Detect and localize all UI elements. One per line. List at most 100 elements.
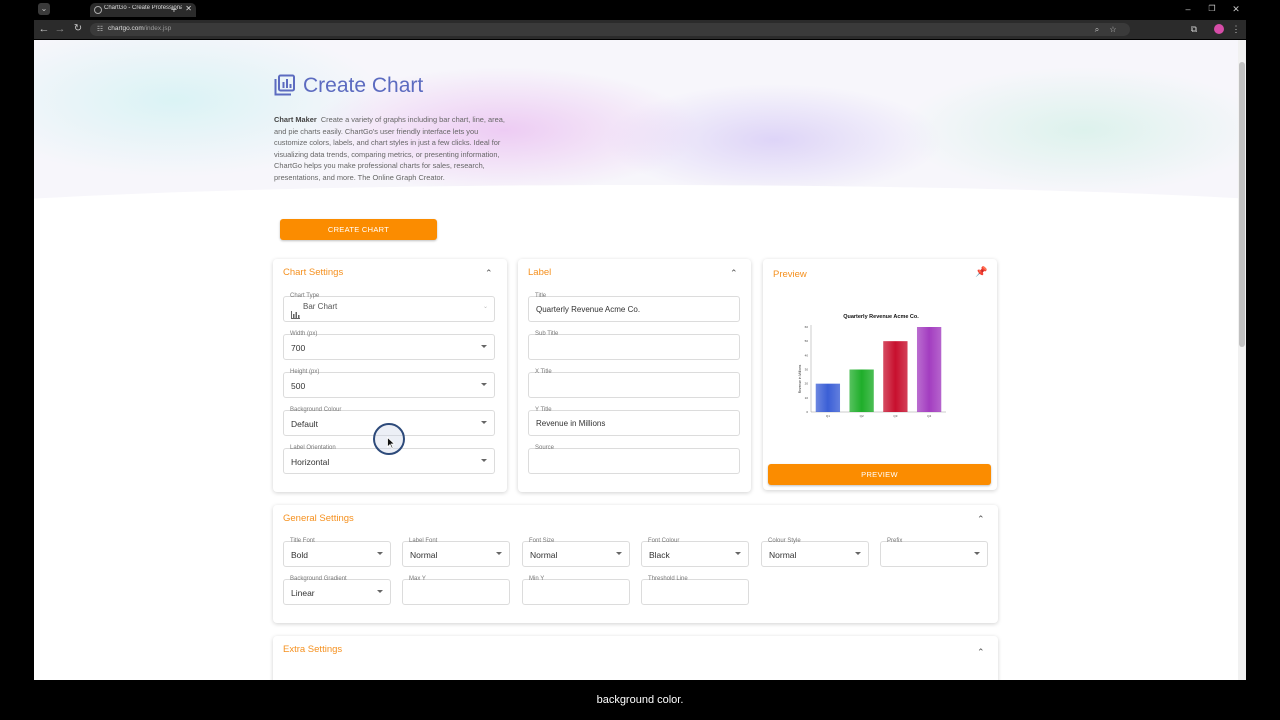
label-orientation-value: Horizontal xyxy=(291,457,330,467)
chevron-up-icon[interactable]: ⌃ xyxy=(730,268,738,279)
extra-settings-card: Extra Settings ⌃ xyxy=(273,636,998,680)
back-icon[interactable]: ← xyxy=(38,22,50,36)
x-tick-label: Q2 xyxy=(860,414,864,418)
close-window-icon[interactable]: ✕ xyxy=(1230,2,1242,16)
y-tick-label: 50 xyxy=(805,339,809,343)
max-y-label: Max Y xyxy=(409,576,426,582)
scrollbar-thumb[interactable] xyxy=(1239,62,1245,347)
new-tab-icon[interactable]: + xyxy=(168,3,180,17)
preview-button[interactable]: PREVIEW xyxy=(768,464,991,485)
source-input-label: Source xyxy=(535,445,555,451)
y-tick-label: 40 xyxy=(805,353,809,357)
extensions-icon[interactable]: ⧉ xyxy=(1188,22,1200,36)
tab-search-icon[interactable]: ⌄ xyxy=(38,3,50,15)
url-host: chartgo.com xyxy=(108,25,144,32)
min-y-label: Min Y xyxy=(529,576,545,582)
close-tab-icon[interactable]: ✕ xyxy=(185,4,192,13)
colour-style-label: Colour Style xyxy=(768,538,801,544)
browser-tab[interactable]: ChartGo - Create Professional C ✕ xyxy=(90,3,196,17)
max-y-input[interactable]: Max Y xyxy=(402,576,510,605)
colour-style-value: Normal xyxy=(769,550,797,560)
height-value: 500 xyxy=(291,381,306,391)
subtitle-input-label: Sub Title xyxy=(535,331,559,337)
site-info-icon[interactable]: ☷ xyxy=(95,23,105,37)
label-font-value: Normal xyxy=(410,550,438,560)
prefix-select[interactable]: Prefix xyxy=(880,538,988,567)
font-colour-value: Black xyxy=(649,550,670,560)
preview-card: Preview 📌 Quarterly Revenue Acme Co. Rev… xyxy=(763,259,997,490)
font-colour-select[interactable]: Font Colour Black xyxy=(641,538,749,567)
threshold-line-label: Threshold Line xyxy=(648,576,688,582)
x-title-input[interactable]: X Title xyxy=(528,369,740,398)
y-title-input[interactable]: Y Title Revenue in Millions xyxy=(528,407,740,436)
chart-type-value: Bar Chart xyxy=(303,302,338,311)
background-gradient-value: Linear xyxy=(291,588,315,598)
background-gradient-label: Background Gradient xyxy=(290,576,347,582)
browser-menu-icon[interactable]: ⋮ xyxy=(1230,22,1242,36)
general-settings-title: General Settings xyxy=(283,513,354,524)
intro-paragraph: Chart Maker Create a variety of graphs i… xyxy=(274,114,506,183)
subtitle-input[interactable]: Sub Title xyxy=(528,331,740,360)
x-tick-label: Q1 xyxy=(826,414,830,418)
dropdown-arrow-icon xyxy=(481,459,487,462)
reload-icon[interactable]: ↻ xyxy=(72,22,84,36)
font-colour-label: Font Colour xyxy=(648,538,680,544)
page-viewport: Create Chart Chart Maker Create a variet… xyxy=(34,40,1246,680)
pin-icon[interactable]: 📌 xyxy=(975,267,987,278)
mouse-pointer-icon xyxy=(387,437,395,449)
min-y-input[interactable]: Min Y xyxy=(522,576,630,605)
video-caption: background color. xyxy=(596,694,684,706)
height-select[interactable]: Height (px) 500 xyxy=(283,369,495,398)
threshold-line-input[interactable]: Threshold Line xyxy=(641,576,749,605)
background-colour-label: Background Colour xyxy=(290,407,342,413)
bar-q4 xyxy=(916,327,942,412)
chevron-up-icon[interactable]: ⌃ xyxy=(977,514,985,525)
x-tick-label: Q3 xyxy=(893,414,897,418)
dropdown-arrow-icon xyxy=(481,345,487,348)
page-title: Create Chart xyxy=(303,74,424,97)
restore-icon[interactable]: ❐ xyxy=(1206,2,1218,16)
extra-settings-title: Extra Settings xyxy=(283,644,343,655)
title-input-label: Title xyxy=(535,293,547,299)
y-tick-label: 30 xyxy=(805,368,809,372)
x-title-input-label: X Title xyxy=(535,369,552,375)
chevron-up-icon[interactable]: ⌃ xyxy=(977,647,985,658)
chart-ylabel: Revenue in Millions xyxy=(798,364,802,393)
label-orientation-label: Label Orientation xyxy=(290,445,336,451)
width-value: 700 xyxy=(291,343,306,353)
font-size-select[interactable]: Font Size Normal xyxy=(522,538,630,567)
title-font-value: Bold xyxy=(291,550,309,560)
bookmark-star-icon[interactable]: ☆ xyxy=(1108,23,1118,37)
browser-tab-bar: ⌄ ChartGo - Create Professional C ✕ + – … xyxy=(34,0,1246,20)
y-tick-label: 60 xyxy=(805,325,809,329)
chart-type-select[interactable]: Chart Type Bar Chart ⌄ xyxy=(283,293,495,322)
minimize-icon[interactable]: – xyxy=(1182,2,1194,16)
width-select[interactable]: Width (px) 700 xyxy=(283,331,495,360)
page-scrollbar[interactable] xyxy=(1238,40,1246,680)
title-input[interactable]: Title Quarterly Revenue Acme Co. xyxy=(528,293,740,322)
dropdown-arrow-icon xyxy=(616,552,622,555)
bar-chart-icon xyxy=(291,306,300,319)
background-gradient-select[interactable]: Background Gradient Linear xyxy=(283,576,391,605)
source-input[interactable]: Source xyxy=(528,445,740,474)
y-tick-label: 0 xyxy=(806,410,808,414)
dropdown-arrow-icon xyxy=(481,421,487,424)
chevron-up-icon[interactable]: ⌃ xyxy=(485,268,493,279)
title-font-label: Title Font xyxy=(290,538,315,544)
profile-avatar[interactable] xyxy=(1214,24,1224,34)
width-label: Width (px) xyxy=(290,331,318,337)
colour-style-select[interactable]: Colour Style Normal xyxy=(761,538,869,567)
dropdown-arrow-icon xyxy=(377,590,383,593)
chart-plot-area: 0 10 20 30 40 50 60 Q1 Q2 Q3 Q4 xyxy=(805,325,946,418)
dropdown-arrow-icon xyxy=(496,552,502,555)
create-chart-button[interactable]: CREATE CHART xyxy=(280,219,437,240)
url-path: /index.jsp xyxy=(143,25,172,32)
browser-toolbar: ← → ↻ ☷ chartgo.com/index.jsp ⌕ ☆ ⧉ ⋮ xyxy=(34,20,1246,39)
title-input-value: Quarterly Revenue Acme Co. xyxy=(536,305,641,314)
chart-settings-card: Chart Settings ⌃ Chart Type Bar Chart ⌄ … xyxy=(273,259,507,492)
label-font-select[interactable]: Label Font Normal xyxy=(402,538,510,567)
address-bar[interactable]: ☷ chartgo.com/index.jsp ⌕ ☆ xyxy=(90,23,1130,36)
title-font-select[interactable]: Title Font Bold xyxy=(283,538,391,567)
forward-icon[interactable]: → xyxy=(54,22,66,36)
zoom-icon[interactable]: ⌕ xyxy=(1092,23,1102,37)
